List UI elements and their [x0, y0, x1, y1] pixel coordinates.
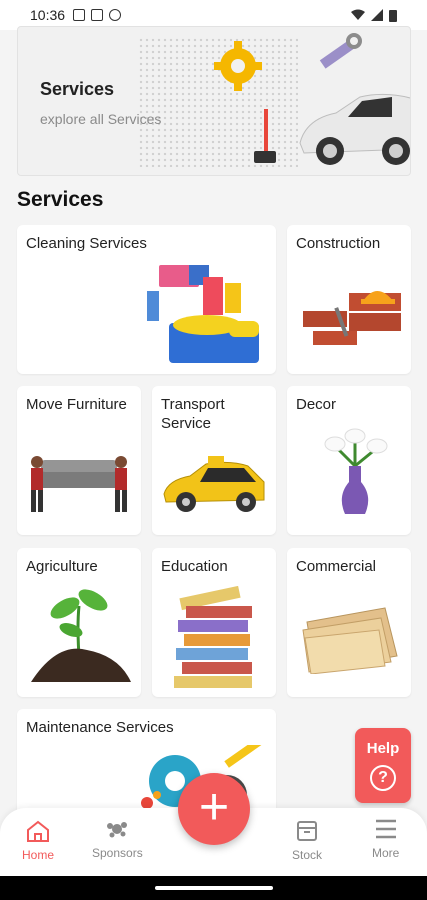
home-indicator[interactable]: [155, 886, 273, 890]
status-time: 10:36: [30, 7, 66, 23]
services-banner[interactable]: Services explore all Services: [17, 26, 411, 176]
help-label: Help: [366, 740, 400, 757]
help-button[interactable]: Help ?: [355, 728, 411, 803]
service-card-label: Agriculture: [26, 558, 98, 575]
service-card-label: Maintenance Services: [26, 719, 174, 736]
nav-sponsors[interactable]: Sponsors: [92, 816, 143, 860]
files-icon: [302, 607, 398, 674]
cloud-icon: [109, 9, 122, 21]
add-button[interactable]: +: [178, 773, 250, 845]
service-card-label: Transport Service: [161, 396, 225, 432]
nav-more[interactable]: More: [372, 816, 399, 860]
service-card-label: Education: [161, 558, 228, 575]
service-card-commercial[interactable]: Commercial: [287, 548, 411, 697]
battery-icon: [389, 9, 397, 22]
service-card-label: Cleaning Services: [26, 235, 147, 252]
service-card-label: Decor: [296, 396, 337, 413]
signal-icon: [371, 9, 383, 21]
nav-home[interactable]: Home: [22, 818, 54, 862]
car-icon: [299, 93, 410, 165]
movers-icon: [31, 456, 127, 512]
notification-icon: [73, 9, 86, 21]
nav-home-label: Home: [22, 848, 55, 862]
taxi-icon: [163, 456, 265, 512]
service-card-agriculture[interactable]: Agriculture: [17, 548, 141, 697]
nav-stock[interactable]: Stock: [292, 818, 322, 862]
service-card-label: Construction: [296, 235, 381, 252]
brush-icon: [254, 109, 276, 163]
nav-more-label: More: [372, 846, 400, 860]
bricks-icon: [303, 291, 401, 345]
service-card-label: Move Furniture: [26, 396, 127, 413]
service-card-decor[interactable]: Decor: [287, 386, 411, 535]
wifi-icon: [351, 9, 365, 20]
gesture-bar: [0, 876, 427, 900]
service-card-cleaning[interactable]: Cleaning Services: [17, 225, 276, 374]
menu-icon: [375, 819, 396, 839]
banner-subtitle: explore all Services: [40, 111, 162, 127]
nav-stock-label: Stock: [292, 848, 323, 862]
service-card-education[interactable]: Education: [152, 548, 276, 697]
section-title: Services: [17, 188, 104, 211]
service-card-label: Commercial: [296, 558, 377, 575]
gear-icon: [214, 41, 262, 91]
service-card-move-furniture[interactable]: Move Furniture: [17, 386, 141, 535]
books-icon: [174, 586, 252, 688]
banner-title: Services: [40, 79, 115, 99]
cleaning-supplies-icon: [147, 265, 259, 363]
notification-icon: [91, 9, 104, 21]
vase-icon: [324, 428, 388, 514]
sprout-icon: [31, 589, 131, 682]
box-icon: [297, 821, 317, 841]
nav-sponsors-label: Sponsors: [92, 846, 143, 860]
wrench-icon: [319, 33, 362, 69]
service-card-transport[interactable]: Transport Service: [152, 386, 276, 535]
question-icon: ?: [370, 765, 396, 791]
plus-icon: +: [198, 778, 230, 836]
service-card-construction[interactable]: Construction: [287, 225, 411, 374]
sponsors-icon: [107, 822, 128, 838]
home-icon: [27, 820, 49, 842]
